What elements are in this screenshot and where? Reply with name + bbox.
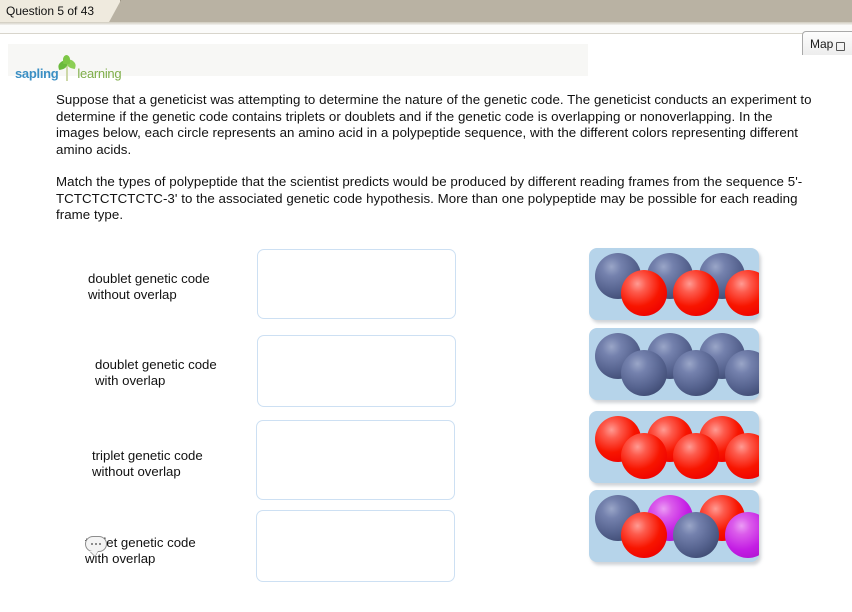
- amino-acid-sphere-blue: [621, 350, 667, 396]
- amino-acid-sphere-magenta: [725, 512, 759, 558]
- dropzone-doublet-with-overlap[interactable]: [257, 335, 456, 407]
- match-label-line1: triplet genetic code: [92, 448, 203, 463]
- match-label-line1: doublet genetic code: [88, 271, 210, 286]
- dropzone-doublet-without-overlap[interactable]: [257, 249, 456, 319]
- amino-acid-sphere-red: [621, 512, 667, 558]
- match-label-line2: with overlap: [95, 373, 166, 388]
- sapling-plant-icon: [57, 55, 78, 81]
- amino-acid-sphere-red: [725, 270, 759, 316]
- map-button[interactable]: Map: [802, 31, 852, 55]
- match-label-line2: without overlap: [92, 464, 181, 479]
- sapling-learning-logo[interactable]: sapling learning: [15, 55, 122, 81]
- browser-tab-strip: Question 5 of 43: [0, 0, 852, 22]
- dropzone-triplet-with-overlap[interactable]: [256, 510, 455, 582]
- polypeptide-tile-3[interactable]: [589, 411, 759, 483]
- match-label-line2: with overlap: [85, 551, 156, 566]
- amino-acid-sphere-red: [621, 270, 667, 316]
- question-page: Question 5 of 43 Map sapling learning Su…: [0, 0, 852, 612]
- match-label-2: doublet genetic code with overlap: [95, 357, 217, 389]
- logo-text-learning: learning: [77, 66, 122, 81]
- dropzone-triplet-without-overlap[interactable]: [256, 420, 455, 500]
- map-pin-icon: [836, 42, 846, 51]
- browser-tab-label: Question 5 of 43: [6, 4, 95, 18]
- question-paragraph-2: Match the types of polypeptide that the …: [56, 174, 803, 223]
- polypeptide-tile-1[interactable]: [589, 248, 759, 320]
- logo-text-sapling: sapling: [15, 66, 59, 81]
- match-label-3: triplet genetic code without overlap: [92, 448, 203, 480]
- amino-acid-sphere-blue: [673, 512, 719, 558]
- match-label-1: doublet genetic code without overlap: [88, 271, 210, 303]
- comment-bubble-icon[interactable]: [85, 536, 107, 552]
- browser-tab-question[interactable]: Question 5 of 43: [0, 0, 121, 22]
- polypeptide-tile-4[interactable]: [589, 490, 759, 562]
- amino-acid-sphere-red: [725, 433, 759, 479]
- question-paragraph-1: Suppose that a geneticist was attempting…: [56, 92, 812, 157]
- polypeptide-tile-2[interactable]: [589, 328, 759, 400]
- amino-acid-sphere-blue: [725, 350, 759, 396]
- amino-acid-sphere-red: [673, 433, 719, 479]
- map-button-label: Map: [810, 36, 834, 51]
- branding-bar: sapling learning: [8, 44, 588, 81]
- match-label-line1: doublet genetic code: [95, 357, 217, 372]
- match-label-line2: without overlap: [88, 287, 177, 302]
- browser-toolbar: [0, 25, 852, 34]
- amino-acid-sphere-red: [673, 270, 719, 316]
- amino-acid-sphere-red: [621, 433, 667, 479]
- amino-acid-sphere-blue: [673, 350, 719, 396]
